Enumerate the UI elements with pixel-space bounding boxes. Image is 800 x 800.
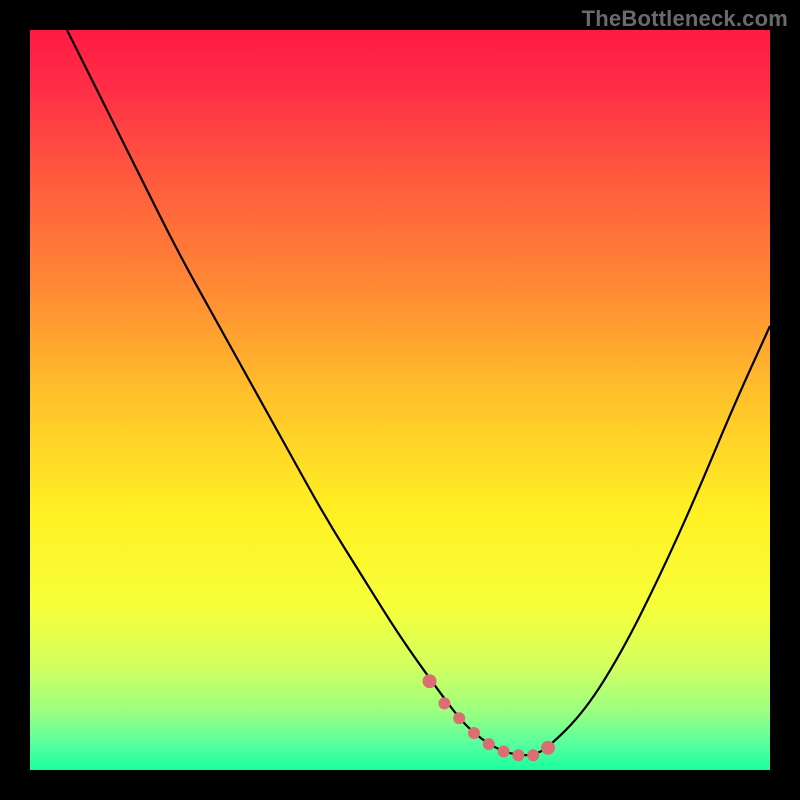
- valley-dot: [453, 712, 465, 724]
- valley-dot: [527, 749, 539, 761]
- chart-plot-area: [30, 30, 770, 770]
- valley-dot: [498, 746, 510, 758]
- valley-dot: [423, 674, 437, 688]
- valley-dot: [438, 697, 450, 709]
- valley-dot: [541, 741, 555, 755]
- chart-frame: TheBottleneck.com: [0, 0, 800, 800]
- chart-background-gradient: [30, 30, 770, 770]
- valley-dot: [468, 727, 480, 739]
- chart-svg: [30, 30, 770, 770]
- valley-dot: [512, 749, 524, 761]
- watermark-text: TheBottleneck.com: [582, 6, 788, 32]
- valley-dot: [483, 738, 495, 750]
